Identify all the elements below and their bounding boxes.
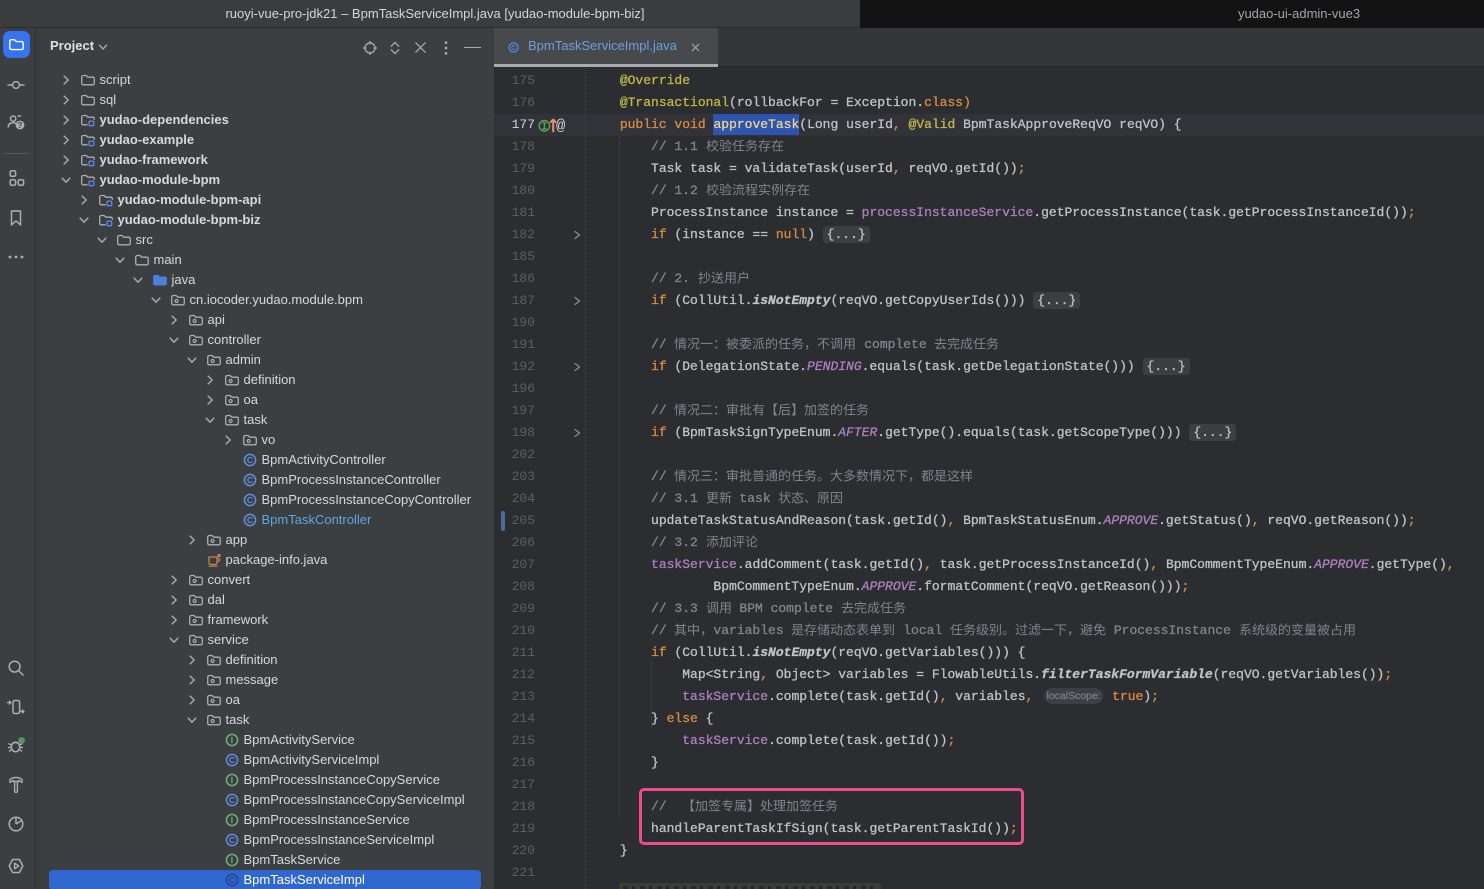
svg-text:C: C [246,515,252,525]
svg-text:C: C [228,755,234,765]
svg-text:C: C [511,45,516,52]
svg-text:I: I [230,735,232,745]
svg-text:?: ? [18,121,23,130]
svg-text:C: C [228,835,234,845]
svg-text:I: I [230,815,232,825]
svg-text:C: C [228,795,234,805]
svg-text:I: I [230,775,232,785]
svg-text:C: C [246,475,252,485]
svg-text:C: C [246,495,252,505]
svg-text:I: I [230,855,232,865]
svg-text:C: C [228,875,234,885]
svg-text:C: C [246,455,252,465]
